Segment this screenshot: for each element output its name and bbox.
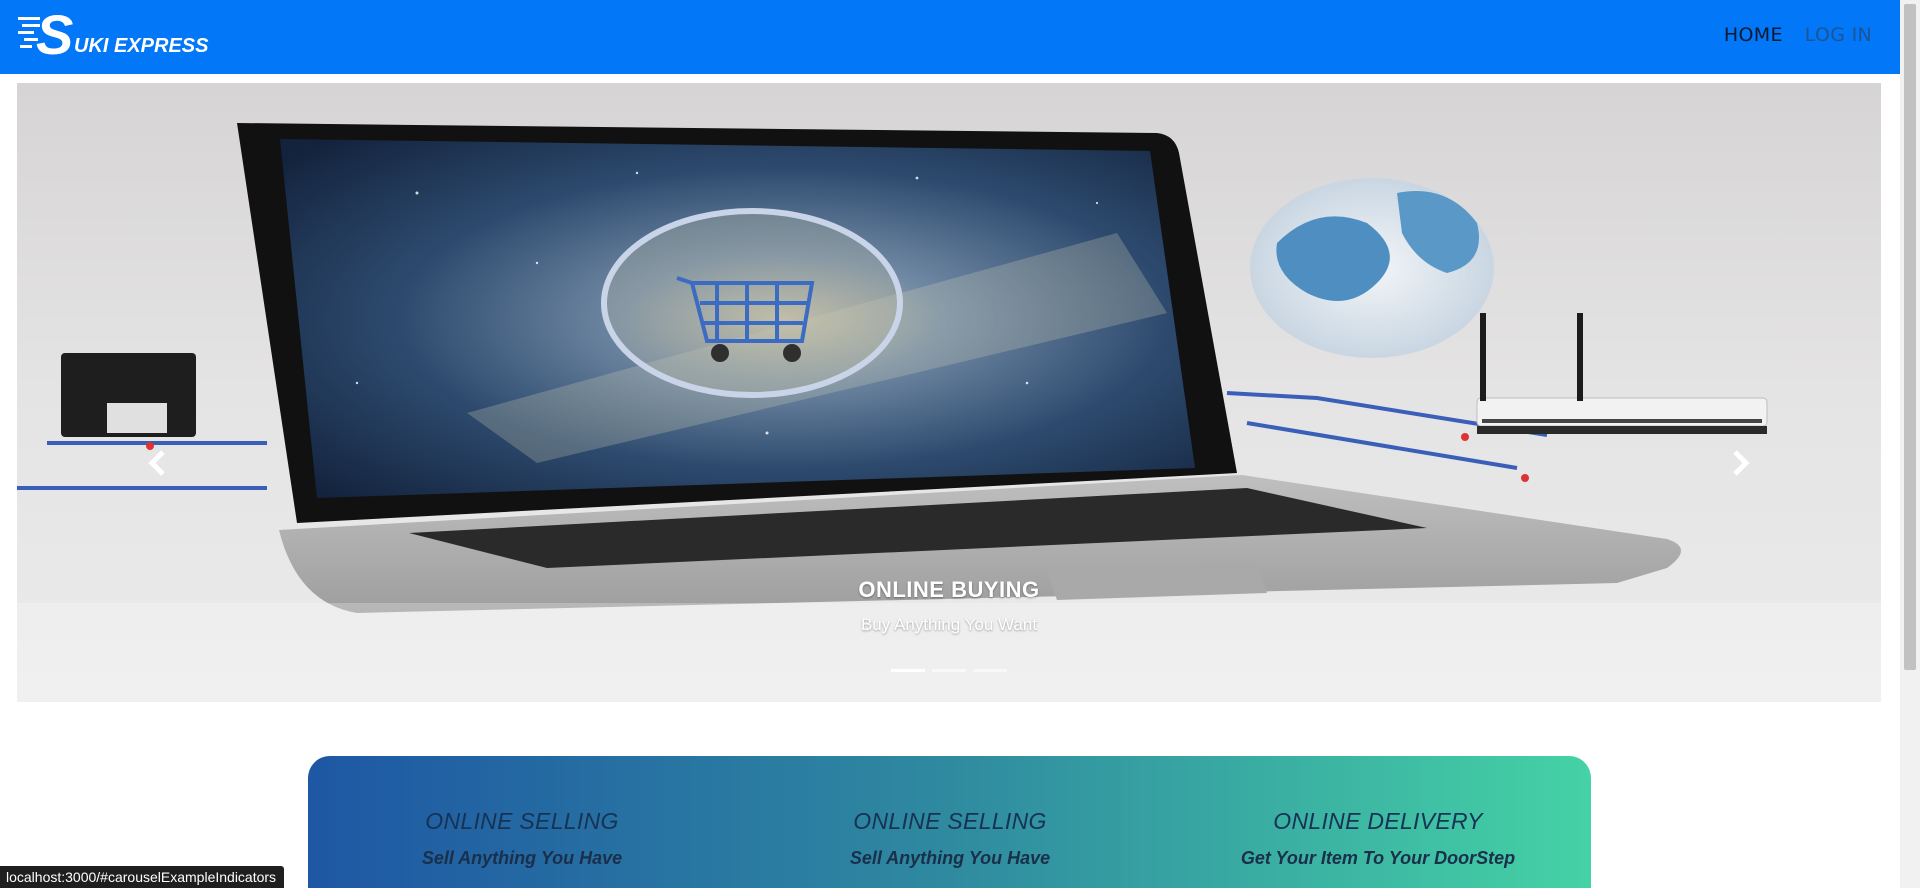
chevron-right-icon bbox=[1733, 450, 1750, 476]
navbar: S UKI EXPRESS HOME LOG IN bbox=[0, 0, 1900, 78]
feature-card: ONLINE SELLING Sell Anything You Have bbox=[308, 808, 736, 869]
scrollbar-thumb[interactable] bbox=[1904, 4, 1916, 670]
chevron-left-icon bbox=[148, 450, 165, 476]
feature-subtitle: Sell Anything You Have bbox=[849, 848, 1051, 868]
hero-carousel: ONLINE BUYING Buy Anything You Want bbox=[17, 83, 1881, 702]
carousel-indicator[interactable] bbox=[973, 669, 1007, 672]
feature-card: ONLINE DELIVERY Get Your Item To Your Do… bbox=[1164, 808, 1592, 869]
logo-icon: S UKI EXPRESS bbox=[18, 7, 209, 59]
logo-letter: S bbox=[36, 7, 73, 59]
feature-subtitle: Get Your Item To Your DoorStep bbox=[1240, 848, 1516, 868]
nav-links: HOME LOG IN bbox=[1724, 24, 1872, 46]
carousel-indicator[interactable] bbox=[891, 669, 925, 672]
carousel-next-button[interactable] bbox=[1721, 443, 1761, 483]
carousel-caption-title: ONLINE BUYING bbox=[858, 577, 1040, 602]
nav-home-link[interactable]: HOME bbox=[1724, 24, 1783, 46]
carousel-indicator[interactable] bbox=[932, 669, 966, 672]
feature-title: ONLINE DELIVERY bbox=[1273, 808, 1483, 834]
nav-login-link[interactable]: LOG IN bbox=[1805, 24, 1872, 46]
carousel-indicators bbox=[17, 669, 1881, 672]
feature-subtitle: Sell Anything You Have bbox=[421, 848, 623, 868]
brand-logo[interactable]: S UKI EXPRESS bbox=[18, 7, 228, 59]
page: S UKI EXPRESS HOME LOG IN ONLINE BUYING … bbox=[0, 0, 1920, 888]
browser-status-bar: localhost:3000/#carouselExampleIndicator… bbox=[0, 866, 285, 888]
carousel-prev-button[interactable] bbox=[137, 443, 177, 483]
page-scrollbar[interactable] bbox=[1900, 0, 1920, 888]
feature-title: ONLINE SELLING bbox=[425, 808, 619, 834]
carousel-slide-image bbox=[17, 83, 1881, 702]
feature-card: ONLINE SELLING Sell Anything You Have bbox=[736, 808, 1164, 869]
feature-title: ONLINE SELLING bbox=[853, 808, 1047, 834]
features-panel: ONLINE SELLING Sell Anything You Have ON… bbox=[308, 756, 1591, 888]
logo-text: UKI EXPRESS bbox=[74, 35, 209, 57]
carousel-caption-subtitle: Buy Anything You Want bbox=[860, 615, 1038, 634]
